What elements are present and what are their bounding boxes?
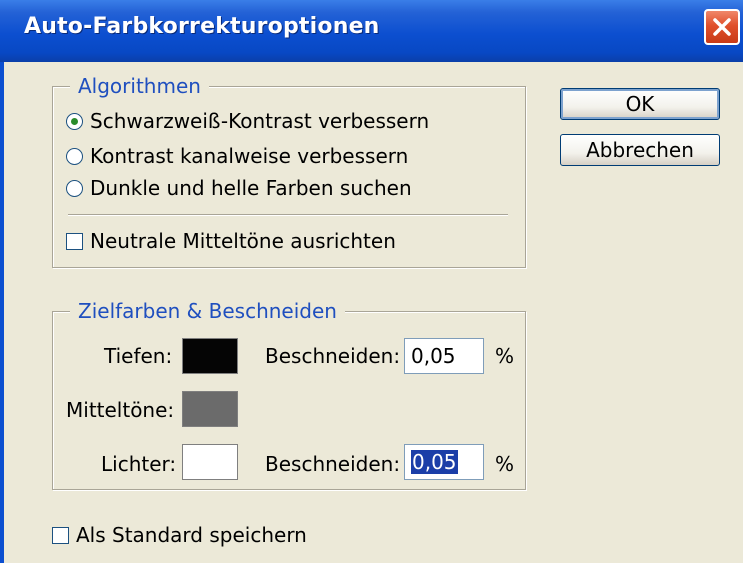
algorithms-legend: Algorithmen (70, 74, 209, 98)
shadows-clip-input[interactable]: 0,05 (404, 338, 484, 374)
radio-label: Dunkle und helle Farben suchen (90, 176, 412, 200)
shadows-label: Tiefen: (104, 344, 173, 368)
highlights-label: Lichter: (101, 452, 177, 476)
highlights-clip-value: 0,05 (411, 450, 458, 474)
shadows-clip-label: Beschneiden: (265, 344, 401, 368)
midtones-label: Mitteltöne: (66, 398, 175, 422)
target-colors-legend: Zielfarben & Beschneiden (70, 299, 345, 323)
shadows-color-swatch[interactable] (182, 338, 238, 374)
shadows-unit: % (495, 344, 515, 368)
ok-button[interactable]: OK (560, 88, 720, 120)
radio-button[interactable] (66, 113, 83, 130)
radio-button[interactable] (66, 180, 83, 197)
shadows-clip-value: 0,05 (411, 344, 456, 368)
checkbox-label: Als Standard speichern (76, 523, 307, 547)
radio-label: Schwarzweiß-Kontrast verbessern (90, 109, 430, 133)
highlights-color-swatch[interactable] (182, 444, 238, 480)
highlights-unit: % (495, 452, 515, 476)
dialog-title: Auto-Farbkorrekturoptionen (24, 14, 380, 39)
radio-button[interactable] (66, 148, 83, 165)
dialog-window: Auto-Farbkorrekturoptionen Algorithmen S… (0, 0, 743, 563)
radio-label: Kontrast kanalweise verbessern (90, 144, 409, 168)
midtones-color-swatch[interactable] (182, 391, 238, 427)
close-button[interactable] (704, 9, 740, 45)
checkbox-label: Neutrale Mitteltöne ausrichten (90, 229, 396, 253)
highlights-clip-label: Beschneiden: (265, 452, 401, 476)
title-bar[interactable]: Auto-Farbkorrekturoptionen (0, 0, 743, 62)
close-icon (713, 18, 731, 36)
checkbox[interactable] (52, 527, 69, 544)
highlights-clip-input[interactable]: 0,05 (404, 444, 484, 480)
window-frame (0, 62, 4, 563)
checkbox[interactable] (66, 233, 83, 250)
cancel-button[interactable]: Abbrechen (560, 134, 720, 166)
divider (68, 214, 508, 216)
